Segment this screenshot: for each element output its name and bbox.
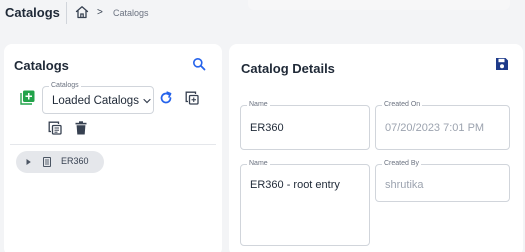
catalogs-select-value: Loaded Catalogs — [52, 95, 139, 107]
save-icon[interactable] — [495, 57, 509, 71]
tree-item-er360[interactable]: ER360 — [16, 151, 104, 173]
breadcrumb-current: Catalogs — [113, 8, 149, 18]
refresh-icon[interactable] — [159, 91, 173, 105]
name-field-label: Name — [247, 100, 270, 110]
created-by-value: shrutika — [385, 179, 424, 191]
page-title: Catalogs — [5, 5, 60, 20]
catalogs-select[interactable]: Catalogs Loaded Catalogs — [42, 81, 154, 114]
created-by-field: Created By shrutika — [375, 159, 510, 202]
description-field-label: Name — [247, 159, 270, 169]
catalogs-select-label: Catalogs — [49, 81, 81, 91]
name-field[interactable]: Name ER360 — [240, 100, 370, 150]
catalog-details-title: Catalog Details — [241, 61, 335, 76]
tree-item-label: ER360 — [61, 156, 89, 166]
created-by-label: Created By — [382, 159, 422, 169]
delete-icon[interactable] — [75, 121, 87, 135]
created-on-value: 07/20/2023 7:01 PM — [385, 122, 485, 134]
breadcrumb-separator: > — [97, 7, 103, 18]
chevron-down-icon — [143, 98, 151, 104]
home-icon[interactable] — [74, 4, 90, 20]
header-divider — [66, 2, 67, 24]
copy-icon[interactable] — [48, 121, 62, 135]
description-field-value: ER360 - root entry — [250, 179, 340, 191]
catalog-details-panel: Catalog Details Name ER360 Created On 07… — [229, 44, 523, 252]
caret-right-icon[interactable] — [26, 159, 31, 165]
catalogs-panel: Catalogs Catalogs Loaded Catalogs ER360 — [4, 44, 222, 252]
description-field[interactable]: Name ER360 - root entry — [240, 159, 370, 246]
search-icon[interactable] — [192, 57, 206, 71]
catalog-icon — [43, 157, 51, 167]
name-field-value: ER360 — [250, 122, 284, 134]
header-strip — [248, 0, 510, 10]
divider — [10, 144, 216, 145]
copy-icon[interactable] — [185, 91, 199, 105]
created-on-field: Created On 07/20/2023 7:01 PM — [375, 100, 510, 150]
catalogs-panel-title: Catalogs — [14, 58, 69, 73]
created-on-label: Created On — [382, 100, 423, 110]
top-bar: Catalogs > Catalogs — [0, 0, 525, 28]
add-catalog-icon[interactable] — [20, 90, 35, 105]
